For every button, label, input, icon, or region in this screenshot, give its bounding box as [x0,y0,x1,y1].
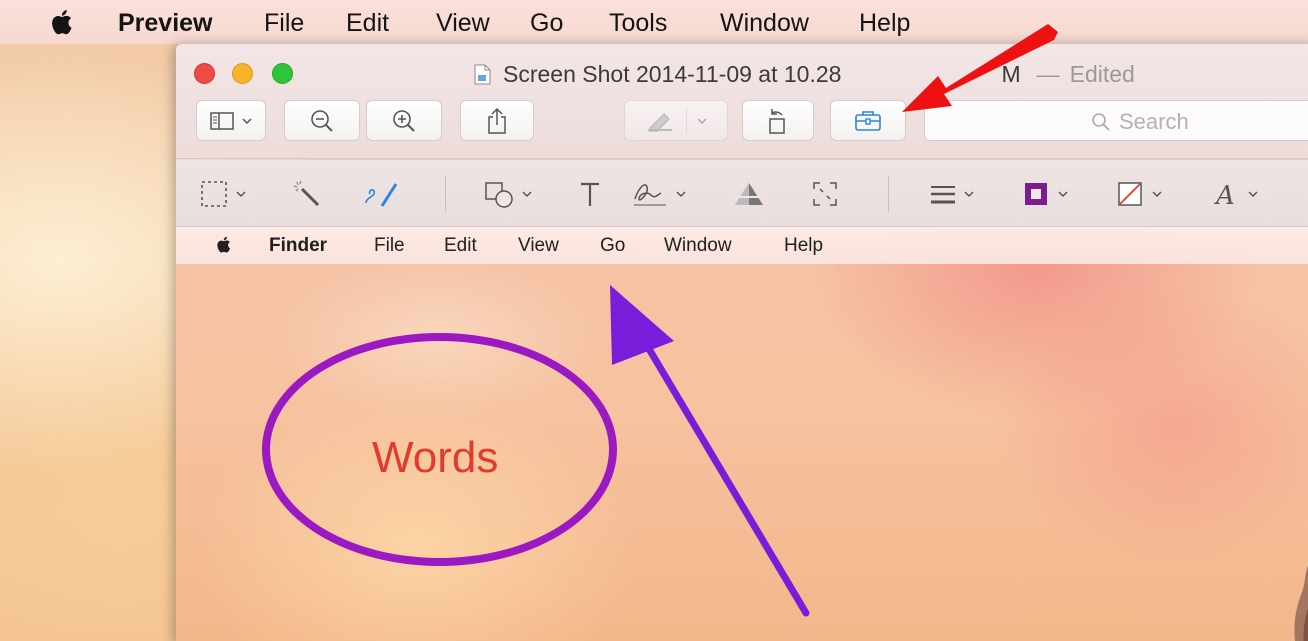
instant-alpha-icon [293,180,320,207]
menu-file[interactable]: File [264,9,304,37]
zoom-in-button[interactable] [366,100,442,141]
menu-window[interactable]: Window [720,9,809,37]
sidebar-icon [210,111,234,130]
highlight-icon [647,112,672,132]
annotation-text: Words [372,433,499,482]
text-style-icon: A [1214,181,1235,209]
screenshot-menu-bar: Finder File Edit View Go Window Help [176,227,1308,264]
preview-window: Screen Shot 2014-11-09 at 10.28 M — Edit… [176,44,1308,641]
text-icon [581,182,599,206]
markup-toolbar: A [176,160,1308,227]
chevron-down-icon [1248,191,1258,198]
highlight-divider [685,107,687,134]
search-icon [1092,113,1110,131]
chevron-down-icon [696,117,707,124]
markup-separator [445,176,446,212]
system-menu-bar: Preview File Edit View Go Tools Window H… [0,0,1308,44]
menu-edit[interactable]: Edit [346,9,389,37]
shapes-icon [485,182,513,208]
window-title: Screen Shot 2014-11-09 at 10.28 M — Edit… [474,60,1135,88]
instant-alpha-button[interactable] [292,175,322,213]
screenshot-menu-edit: Edit [444,235,477,256]
minimize-window-button[interactable] [232,63,253,84]
border-color-icon [1025,183,1047,205]
text-button[interactable] [578,175,602,213]
close-window-button[interactable] [194,63,215,84]
menu-help[interactable]: Help [859,9,910,37]
search-placeholder: Search [1119,109,1189,134]
screenshot-menu-help: Help [784,235,824,256]
zoom-out-icon [311,109,333,132]
chevron-down-icon [242,117,252,124]
selection-tool-button[interactable] [200,175,246,213]
shape-style-icon [931,186,955,204]
window-title-suffix: M [1001,60,1021,87]
screenshot-menu-go: Go [600,235,626,256]
rock-formation-image [1294,566,1308,641]
window-title-text: Screen Shot 2014-11-09 at 10.28 [503,60,842,87]
toolbox-icon [855,110,881,131]
edited-status: Edited [1069,60,1135,87]
sketch-button[interactable] [362,175,400,213]
chevron-down-icon [1152,191,1162,198]
sketch-icon [365,183,398,207]
highlight-button[interactable] [624,100,728,141]
markup-separator [888,176,889,212]
menu-go[interactable]: Go [530,9,563,37]
zoom-out-button[interactable] [284,100,360,141]
screenshot-menu-file: File [374,235,405,256]
rotate-icon [769,108,785,134]
chevron-down-icon [522,191,532,198]
adjust-size-icon [813,182,837,206]
menu-view[interactable]: View [436,9,490,37]
rectangular-selection-icon [201,181,227,207]
screenshot-menu-view: View [518,235,559,256]
adjust-size-button[interactable] [810,175,840,213]
fill-color-icon [1118,182,1142,206]
rotate-button[interactable] [742,100,814,141]
document-icon [474,64,491,84]
chevron-down-icon [964,191,974,198]
zoom-in-icon [393,109,415,132]
menu-tools[interactable]: Tools [609,9,667,37]
screenshot-menu-finder: Finder [269,235,328,256]
adjust-color-icon [734,183,764,205]
shapes-button[interactable] [484,175,532,213]
title-dash: — [1036,60,1060,87]
shape-style-button[interactable] [928,175,974,213]
purple-arrow-annotation [610,285,810,617]
search-field[interactable]: Search [924,100,1308,141]
fullscreen-window-button[interactable] [272,63,293,84]
screenshot-menu-window: Window [664,235,732,256]
share-icon [488,107,506,134]
border-color-button[interactable] [1022,175,1068,213]
apple-icon [217,236,231,253]
signature-icon [634,184,666,206]
chevron-down-icon [1058,191,1068,198]
markup-toolbar-button[interactable] [830,100,906,141]
text-style-button[interactable]: A [1212,175,1258,213]
signature-button[interactable] [632,175,686,213]
svg-text:A: A [1214,181,1235,209]
share-button[interactable] [460,100,534,141]
adjust-color-button[interactable] [732,175,766,213]
menu-app-preview[interactable]: Preview [118,9,213,37]
apple-menu-icon[interactable] [50,8,76,36]
window-titlebar: Screen Shot 2014-11-09 at 10.28 M — Edit… [176,44,1308,159]
fill-color-button[interactable] [1116,175,1162,213]
document-image: Finder File Edit View Go Window Help Wor… [176,227,1308,641]
chevron-down-icon [676,191,686,198]
chevron-down-icon [236,191,246,198]
sidebar-button[interactable] [196,100,266,141]
